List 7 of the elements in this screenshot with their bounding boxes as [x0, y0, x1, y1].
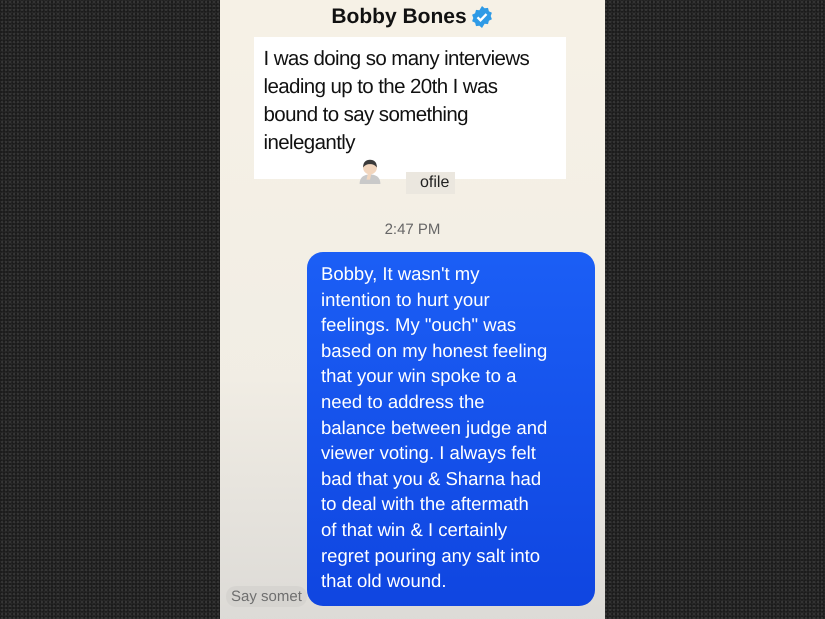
timestamp: 2:47 PM: [384, 221, 440, 238]
caption-text: I was doing so many interviews leading up to the 20th I was bound to say something inelegantly: [264, 47, 530, 154]
sent-message: Bobby, It wasn't my intention to hurt your feelings. My "ouch" was based on my honest feeling that your win spoke to a need to address the balance between judge and viewer voting. I always felt bad that you & Sharna had to deal with the aftermath of that win & I certainly regret pouring any salt into that old wound.: [307, 252, 595, 606]
message-field[interactable]: Say somet: [226, 586, 307, 607]
profile-label: ofile: [406, 172, 456, 194]
verified-badge-icon: [470, 5, 494, 29]
contact-name: Bobby Bones: [331, 5, 467, 29]
